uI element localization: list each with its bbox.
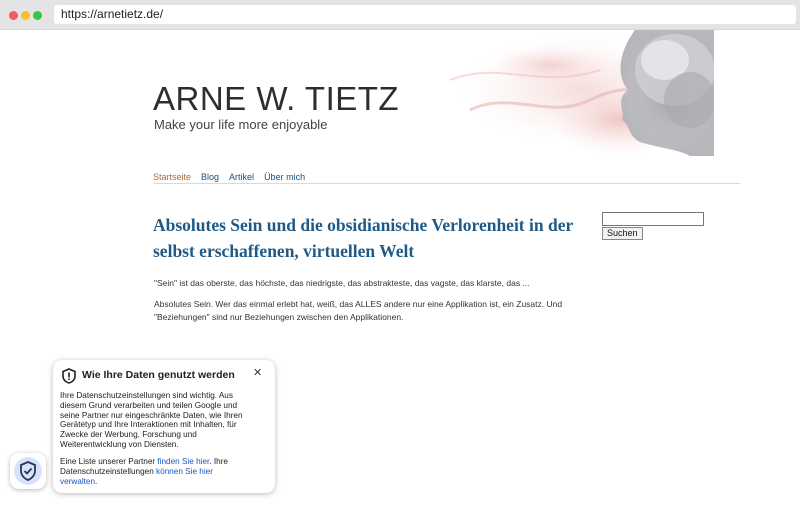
consent-text: Ihre Datenschutzeinstellungen sind wicht… (60, 391, 243, 449)
header-artwork (430, 30, 720, 156)
consent-links-text: Eine Liste unserer Partner finden Sie hi… (60, 457, 250, 486)
close-icon[interactable]: ✕ (253, 366, 262, 379)
consent-partners-prefix: Eine Liste unserer Partner (60, 457, 158, 466)
nav-item-artikel[interactable]: Artikel (229, 172, 254, 182)
shield-icon (62, 368, 76, 384)
site-tagline: Make your life more enjoyable (154, 117, 328, 132)
nav-divider (153, 183, 740, 184)
consent-settings-suffix: . (95, 476, 98, 486)
maximize-window-button[interactable] (33, 11, 42, 20)
main-nav: Startseite Blog Artikel Über mich (153, 172, 305, 182)
post-paragraph: "Sein" ist das oberste, das höchste, das… (154, 278, 530, 288)
post-title[interactable]: Absolutes Sein und die obsidianische Ver… (153, 212, 593, 264)
nav-item-ueber-mich[interactable]: Über mich (264, 172, 305, 182)
site-title[interactable]: ARNE W. TIETZ (153, 80, 399, 118)
close-window-button[interactable] (9, 11, 18, 20)
search-button[interactable]: Suchen (602, 227, 643, 240)
nav-item-blog[interactable]: Blog (201, 172, 219, 182)
privacy-consent-dialog: Wie Ihre Daten genutzt werden ✕ Ihre Dat… (53, 360, 275, 493)
nav-item-startseite[interactable]: Startseite (153, 172, 191, 182)
partners-link[interactable]: finden Sie hier (157, 457, 209, 466)
post-paragraph: Absolutes Sein. Wer das einmal erlebt ha… (154, 299, 563, 322)
search-input[interactable] (602, 212, 704, 226)
shield-check-icon (20, 461, 36, 481)
browser-chrome: https://arnetietz.de/ (0, 0, 800, 30)
minimize-window-button[interactable] (21, 11, 30, 20)
privacy-settings-button[interactable] (10, 453, 46, 489)
consent-title: Wie Ihre Daten genutzt werden (82, 369, 235, 381)
address-bar[interactable]: https://arnetietz.de/ (54, 5, 796, 24)
